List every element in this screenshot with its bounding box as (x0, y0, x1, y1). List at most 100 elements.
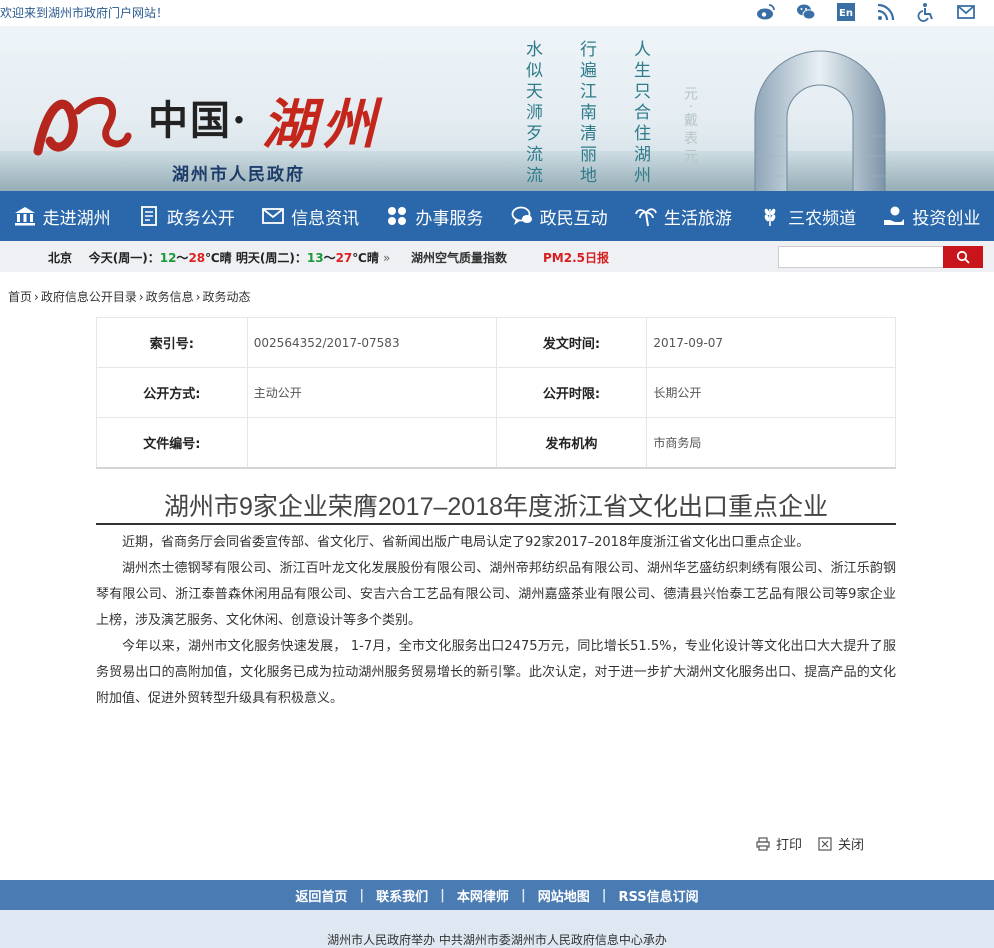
banner-poem: 水似天浉歹流流 (522, 40, 542, 187)
hand-coin-icon (884, 206, 905, 225)
weather-info: 北京 今天(周一)：12～28℃晴 明天(周二)：13～27℃晴 » (48, 249, 390, 266)
article-paragraph: 近期，省商务厅会同省委宣传部、省文化厅、省新闻出版广电局认定了92家2017–2… (122, 535, 810, 550)
method-value: 主动公开 (246, 367, 497, 418)
footer-nav: 返回首页 | 联系我们 | 本网律师 | 网站地图 | RSS信息订阅 (0, 880, 994, 910)
english-icon[interactable]: En (826, 2, 866, 24)
period-label: 公开时限: (495, 367, 648, 418)
nav-item-travel[interactable]: 生活旅游 (621, 191, 745, 241)
nav-item-agriculture[interactable]: 三农频道 (746, 191, 870, 241)
logo-title: 中国· (148, 97, 248, 144)
period-value: 长期公开 (646, 367, 896, 418)
search-input[interactable] (778, 246, 944, 268)
method-label: 公开方式: (96, 367, 248, 418)
print-label: 打印 (776, 838, 803, 853)
nav-label: 生活旅游 (663, 208, 732, 229)
nav-label: 投资创业 (912, 208, 981, 229)
date-value: 2017-09-07 (646, 317, 896, 368)
weather-today-label: 今天(周一)： (88, 251, 160, 265)
logo-city-name: 湖州 (262, 92, 382, 156)
index-value: 002564352/2017-07583 (246, 317, 497, 368)
breadcrumb-catalog[interactable]: 政府信息公开目录 (41, 290, 137, 304)
search-icon (956, 250, 970, 264)
title-divider (96, 523, 896, 525)
weather-tomorrow-high: 27 (335, 251, 353, 265)
nav-label: 政务公开 (166, 208, 235, 229)
palm-icon (635, 208, 657, 227)
table-row: 文件编号: 发布机构 市商务局 (96, 417, 896, 468)
breadcrumb-gov-info[interactable]: 政务信息 (146, 290, 194, 304)
nav-label: 信息资讯 (291, 208, 360, 229)
footer-link-sitemap[interactable]: 网站地图 (526, 886, 602, 905)
english-label: En (839, 8, 853, 19)
envelope-icon (262, 208, 285, 224)
weather-tomorrow-low: 13 (306, 251, 324, 265)
nav-label: 政民互动 (539, 208, 608, 229)
publisher-value: 市商务局 (646, 417, 896, 468)
footer-link-home[interactable]: 返回首页 (283, 886, 359, 905)
breadcrumb-home[interactable]: 首页 (8, 290, 32, 304)
nav-item-interaction[interactable]: 政民互动 (497, 191, 621, 241)
weather-tomorrow-desc: ℃晴 (352, 251, 379, 265)
article-paragraph: 今年以来，湖州市文化服务快速发展， 1-7月，全市文化服务出口2475万元，同比… (96, 639, 896, 706)
nav-label: 三农频道 (788, 208, 857, 229)
nav-item-gov-affairs[interactable]: 政务公开 (124, 191, 248, 241)
search-button[interactable] (943, 246, 983, 268)
doc-no-value (246, 417, 497, 468)
top-icon-group: En (746, 2, 986, 24)
print-button[interactable]: 打印 (756, 834, 802, 853)
doc-no-label: 文件编号: (96, 417, 248, 468)
document-icon (140, 206, 157, 226)
weibo-icon[interactable] (746, 2, 786, 24)
article-actions: 打印 关闭 (756, 834, 864, 853)
publisher-label: 发布机构 (495, 417, 648, 468)
breadcrumb-separator: › (138, 290, 144, 304)
breadcrumb: 首页 › 政府信息公开目录 › 政务信息 › 政务动态 (8, 288, 251, 305)
grid-icon (388, 207, 407, 225)
article-body: 近期，省商务厅会同省委宣传部、省文化厅、省新闻出版广电局认定了92家2017–2… (96, 530, 896, 712)
nav-label: 走进湖州 (42, 208, 111, 229)
chat-icon (511, 206, 532, 225)
banner-poem-author: 元·戴表元 (682, 86, 698, 167)
weather-city: 北京 (48, 251, 73, 265)
footer-link-contact[interactable]: 联系我们 (364, 886, 440, 905)
date-label: 发文时间: (495, 317, 648, 368)
wheat-icon (764, 208, 776, 226)
breadcrumb-separator: › (195, 290, 201, 304)
header-banner: 中国· 湖州 湖州市人民政府 人生只合住湖州 行遍江南清丽地 水似天浉歹流流 元… (0, 26, 994, 191)
nav-item-visit-huzhou[interactable]: 走进湖州 (0, 191, 124, 241)
footer-link-rss[interactable]: RSS信息订阅 (606, 886, 710, 905)
mail-icon[interactable] (946, 2, 986, 24)
document-meta-table: 索引号: 002564352/2017-07583 发文时间: 2017-09-… (96, 317, 896, 469)
weather-sep: ～ (176, 251, 189, 265)
footer-link-lawyer[interactable]: 本网律师 (445, 886, 521, 905)
weather-sep: ～ (323, 251, 336, 265)
nav-label: 办事服务 (415, 208, 484, 229)
main-nav: 走进湖州 政务公开 信息资讯 办事服务 政民互动 生活旅游 三农频道 投资创业 (0, 191, 994, 241)
air-quality-link[interactable]: 湖州空气质量指数 (411, 249, 507, 266)
breadcrumb-current[interactable]: 政务动态 (202, 290, 250, 304)
nav-item-news[interactable]: 信息资讯 (249, 191, 373, 241)
banner-poem: 人生只合住湖州 (630, 40, 650, 187)
printer-icon (756, 836, 770, 851)
close-label: 关闭 (838, 838, 865, 853)
article-title: 湖州市9家企业荣膺2017–2018年度浙江省文化出口重点企业 (163, 493, 829, 521)
nav-item-services[interactable]: 办事服务 (373, 191, 497, 241)
pm25-link[interactable]: PM2.5日报 (543, 249, 609, 266)
weather-today-low: 12 (159, 251, 177, 265)
accessibility-icon[interactable] (906, 2, 946, 24)
wechat-icon[interactable] (786, 2, 826, 24)
logo-subtitle: 湖州市人民政府 (172, 165, 305, 185)
close-icon (818, 836, 832, 851)
index-label: 索引号: (96, 317, 248, 368)
weather-more-link[interactable]: » (383, 251, 390, 265)
article-paragraph: 湖州杰士德钢琴有限公司、浙江百叶龙文化发展股份有限公司、湖州帝邦纺织品有限公司、… (96, 561, 896, 628)
close-button[interactable]: 关闭 (818, 834, 864, 853)
top-bar: 欢迎来到湖州市政府门户网站！ En (0, 0, 994, 26)
logo-emblem-icon (28, 81, 138, 188)
rss-icon[interactable] (866, 2, 906, 24)
nav-item-investment[interactable]: 投资创业 (870, 191, 994, 241)
footer-info: 湖州市人民政府举办 中共湖州市委湖州市人民政府信息中心承办 (0, 910, 994, 948)
weather-today-desc: ℃晴 (205, 251, 232, 265)
table-row: 索引号: 002564352/2017-07583 发文时间: 2017-09-… (96, 317, 896, 368)
weather-tomorrow-label: 明天(周二)： (235, 251, 307, 265)
